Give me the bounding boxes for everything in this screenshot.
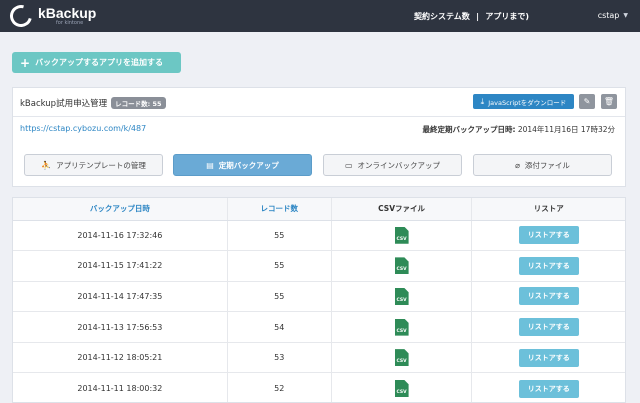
column-header-restore: リストア <box>471 198 625 221</box>
csv-icon-label: CSV <box>396 267 407 273</box>
backup-datetime: 2014-11-12 18:05:21 <box>13 341 228 373</box>
plus-icon: + <box>20 55 31 70</box>
column-header-csv: CSVファイル <box>330 198 472 221</box>
javascript-download-label: JavaScriptをダウンロード <box>488 98 567 107</box>
record-count: 53 <box>226 341 332 373</box>
csv-file-icon[interactable]: CSV <box>394 349 409 367</box>
csv-icon-label: CSV <box>396 236 407 242</box>
backup-datetime: 2014-11-16 17:32:46 <box>13 219 228 251</box>
delete-button[interactable]: 🗑 <box>601 94 617 109</box>
app-logo[interactable]: kBackup for kintone <box>5 0 97 32</box>
divider <box>13 116 625 117</box>
last-backup-label: 最終定期バックアップ日時: <box>422 125 516 134</box>
record-count: 55 <box>226 250 332 282</box>
backup-table: バックアップ日時 レコード数 CSVファイル リストア 2014-11-16 1… <box>13 198 625 402</box>
column-header-records[interactable]: レコード数 <box>226 198 332 221</box>
contract-suffix: アプリまで) <box>485 12 530 21</box>
javascript-download-button[interactable]: ⤓ JavaScriptをダウンロード <box>473 94 574 109</box>
sync-logo-icon <box>5 0 37 32</box>
record-count: 54 <box>226 311 332 343</box>
tab-attachments[interactable]: ⌀ 添付ファイル <box>473 154 612 176</box>
tab-label: 定期バックアップ <box>218 160 279 170</box>
csv-file-icon[interactable]: CSV <box>394 380 409 398</box>
table-row: 2014-11-11 18:00:32 52 CSV リストアする <box>13 372 625 402</box>
table-header-row: バックアップ日時 レコード数 CSVファイル リストア <box>13 198 625 221</box>
contract-count: | <box>476 12 480 21</box>
csv-file-icon[interactable]: CSV <box>394 287 409 305</box>
backup-datetime: 2014-11-11 18:00:32 <box>13 372 228 402</box>
people-icon: ⛹ <box>41 160 52 170</box>
csv-cell: CSV <box>330 311 472 343</box>
restore-cell: リストアする <box>471 250 625 282</box>
contract-label: 契約システム数 <box>414 12 470 21</box>
record-count: 52 <box>226 372 332 402</box>
tab-online-backup[interactable]: ▭ オンラインバックアップ <box>323 154 462 176</box>
csv-icon-label: CSV <box>396 297 407 303</box>
record-count: 55 <box>226 219 332 251</box>
contract-info: 契約システム数 | アプリまで) <box>414 11 529 22</box>
tab-label: 添付ファイル <box>524 160 570 170</box>
database-icon: ▤ <box>206 160 214 170</box>
last-backup-value: 2014年11月16日 17時32分 <box>517 125 615 134</box>
table-row: 2014-11-14 17:47:35 55 CSV リストアする <box>13 280 625 312</box>
restore-cell: リストアする <box>471 341 625 373</box>
restore-button[interactable]: リストアする <box>518 318 579 337</box>
top-bar: kBackup for kintone 契約システム数 | アプリまで) cst… <box>0 0 640 32</box>
logo-title: kBackup <box>38 5 97 21</box>
tab-app-template[interactable]: ⛹ アプリテンプレートの管理 <box>24 154 163 176</box>
backup-table-panel: バックアップ日時 レコード数 CSVファイル リストア 2014-11-16 1… <box>12 197 626 403</box>
tab-label: オンラインバックアップ <box>357 160 441 170</box>
column-header-datetime[interactable]: バックアップ日時 <box>13 198 228 221</box>
user-menu[interactable]: cstap ▼ <box>598 11 628 20</box>
record-count-badge: レコード数: 55 <box>111 97 166 109</box>
user-name: cstap <box>597 11 620 20</box>
backup-datetime: 2014-11-13 17:56:53 <box>13 311 228 343</box>
csv-icon-label: CSV <box>396 328 407 334</box>
app-name: kBackup試用申込管理 <box>20 99 108 109</box>
restore-button[interactable]: リストアする <box>518 287 579 306</box>
add-app-button[interactable]: + バックアップするアプリを追加する <box>12 52 181 73</box>
restore-cell: リストアする <box>471 311 625 343</box>
tab-label: アプリテンプレートの管理 <box>56 160 146 170</box>
restore-cell: リストアする <box>471 372 625 402</box>
trash-icon: 🗑 <box>603 97 615 106</box>
csv-cell: CSV <box>330 341 472 373</box>
table-row: 2014-11-15 17:41:22 55 CSV リストアする <box>13 250 625 282</box>
download-icon: ⤓ <box>480 96 485 106</box>
restore-button[interactable]: リストアする <box>518 226 579 245</box>
logo-subtitle: for kintone <box>56 20 84 26</box>
csv-icon-label: CSV <box>396 359 407 365</box>
csv-file-icon[interactable]: CSV <box>394 318 409 336</box>
csv-cell: CSV <box>330 219 472 251</box>
restore-cell: リストアする <box>471 219 625 251</box>
edit-button[interactable]: ✎ <box>579 94 595 109</box>
record-count: 55 <box>226 280 332 312</box>
pencil-icon: ✎ <box>583 97 591 106</box>
table-row: 2014-11-16 17:32:46 55 CSV リストアする <box>13 219 625 251</box>
app-title-row: kBackup試用申込管理 レコード数: 55 <box>20 97 166 109</box>
restore-button[interactable]: リストアする <box>518 348 579 367</box>
app-url-link[interactable]: https://cstap.cybozu.com/k/487 <box>20 124 146 133</box>
csv-cell: CSV <box>330 372 472 402</box>
restore-button[interactable]: リストアする <box>518 379 579 398</box>
backup-datetime: 2014-11-15 17:41:22 <box>13 250 228 282</box>
csv-cell: CSV <box>330 280 472 312</box>
restore-cell: リストアする <box>471 280 625 312</box>
monitor-icon: ▭ <box>344 160 353 170</box>
backup-datetime: 2014-11-14 17:47:35 <box>13 280 228 312</box>
add-app-button-label: バックアップするアプリを追加する <box>35 58 164 67</box>
paperclip-icon: ⌀ <box>515 160 520 170</box>
csv-file-icon[interactable]: CSV <box>394 226 409 244</box>
restore-button[interactable]: リストアする <box>518 256 579 275</box>
last-backup-info: 最終定期バックアップ日時: 2014年11月16日 17時32分 <box>422 124 615 135</box>
csv-file-icon[interactable]: CSV <box>394 257 409 275</box>
table-row: 2014-11-13 17:56:53 54 CSV リストアする <box>13 311 625 343</box>
chevron-down-icon: ▼ <box>623 12 628 19</box>
csv-icon-label: CSV <box>396 390 407 396</box>
table-row: 2014-11-12 18:05:21 53 CSV リストアする <box>13 341 625 373</box>
tab-scheduled-backup[interactable]: ▤ 定期バックアップ <box>173 154 312 176</box>
csv-cell: CSV <box>330 250 472 282</box>
